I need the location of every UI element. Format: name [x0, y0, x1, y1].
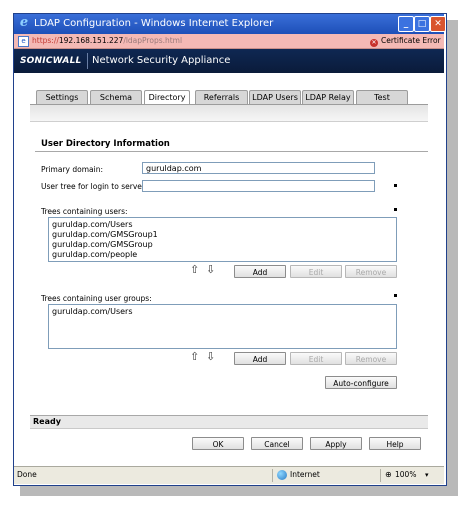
apply-button[interactable]: Apply — [310, 437, 362, 450]
address-url[interactable]: https://192.168.151.227/ldapProps.html — [32, 36, 182, 46]
move-down-icon[interactable]: ⇩ — [206, 264, 215, 276]
title-bar[interactable]: e LDAP Configuration - Windows Internet … — [14, 14, 446, 34]
required-marker — [394, 294, 397, 297]
maximize-button[interactable]: □ — [414, 16, 430, 32]
add-group-tree-button[interactable]: Add — [234, 352, 286, 365]
list-item[interactable]: guruldap.com/Users — [49, 220, 396, 230]
remove-user-tree-button[interactable]: Remove — [345, 265, 397, 278]
chevron-down-icon[interactable]: ▾ — [425, 470, 429, 480]
move-up-icon[interactable]: ⇧ — [190, 264, 199, 276]
tab-test[interactable]: Test — [356, 90, 408, 105]
tab-settings[interactable]: Settings — [36, 90, 88, 105]
header-divider — [87, 53, 88, 69]
ie-logo-icon: e — [19, 15, 29, 30]
tab-ldap-relay[interactable]: LDAP Relay — [302, 90, 354, 105]
product-name: Network Security Appliance — [92, 55, 231, 66]
trees-users-label: Trees containing users: — [41, 207, 128, 216]
address-bar[interactable]: e https://192.168.151.227/ldapProps.html… — [14, 34, 444, 49]
edit-user-tree-button[interactable]: Edit — [290, 265, 342, 278]
tab-schema[interactable]: Schema — [90, 90, 142, 105]
section-title: User Directory Information — [41, 139, 170, 149]
certificate-error-button[interactable]: ✕ Certificate Error — [370, 35, 441, 47]
primary-domain-label: Primary domain: — [41, 165, 103, 174]
status-text: Ready — [33, 417, 61, 426]
zoom-level[interactable]: 100% — [395, 470, 416, 480]
move-up-icon[interactable]: ⇧ — [190, 351, 199, 363]
minimize-button[interactable]: _ — [398, 16, 414, 32]
zoom-icon[interactable]: ⊕ — [385, 470, 392, 480]
window-title: LDAP Configuration - Windows Internet Ex… — [34, 18, 274, 29]
url-host: 192.168.151.227 — [58, 36, 124, 45]
trees-users-listbox[interactable]: guruldap.com/Users guruldap.com/GMSGroup… — [48, 217, 397, 262]
tab-directory[interactable]: Directory — [144, 90, 190, 105]
user-tree-input[interactable] — [142, 180, 375, 192]
brand-header: SONICWALL Network Security Appliance — [14, 49, 444, 73]
status-divider — [380, 469, 381, 482]
shield-icon: ✕ — [370, 39, 378, 47]
list-item[interactable]: guruldap.com/people — [49, 250, 396, 260]
globe-icon — [277, 470, 287, 480]
user-tree-label: User tree for login to server: — [41, 182, 148, 191]
move-down-icon[interactable]: ⇩ — [206, 351, 215, 363]
url-path: /ldapProps.html — [123, 36, 183, 45]
trees-groups-label: Trees containing user groups: — [41, 294, 152, 303]
status-panel: Ready — [30, 415, 428, 429]
auto-configure-button[interactable]: Auto-configure — [325, 376, 397, 389]
ok-button[interactable]: OK — [192, 437, 244, 450]
certificate-error-label: Certificate Error — [381, 36, 441, 45]
required-marker — [394, 208, 397, 211]
status-divider — [272, 469, 273, 482]
list-item[interactable]: guruldap.com/Users — [49, 307, 396, 317]
sonicwall-logo: SONICWALL — [20, 56, 82, 66]
status-done-text: Done — [17, 470, 37, 479]
security-zone: Internet — [290, 470, 320, 479]
tab-referrals[interactable]: Referrals — [195, 90, 248, 105]
close-button[interactable]: ✕ — [430, 16, 446, 32]
edit-group-tree-button[interactable]: Edit — [290, 352, 342, 365]
list-item[interactable]: guruldap.com/GMSGroup1 — [49, 230, 396, 240]
tab-panel-strip — [30, 105, 428, 122]
add-user-tree-button[interactable]: Add — [234, 265, 286, 278]
list-item[interactable]: guruldap.com/GMSGroup — [49, 240, 396, 250]
primary-domain-input[interactable]: guruldap.com — [142, 162, 375, 174]
section-divider — [35, 151, 428, 152]
page-icon: e — [18, 36, 29, 47]
trees-groups-listbox[interactable]: guruldap.com/Users — [48, 304, 397, 349]
tab-ldap-users[interactable]: LDAP Users — [249, 90, 301, 105]
cancel-button[interactable]: Cancel — [251, 437, 303, 450]
help-button[interactable]: Help — [369, 437, 421, 450]
browser-status-bar: Done Internet ⊕ 100% ▾ — [14, 466, 444, 484]
url-scheme: https:// — [32, 36, 59, 45]
required-marker — [394, 184, 397, 187]
remove-group-tree-button[interactable]: Remove — [345, 352, 397, 365]
